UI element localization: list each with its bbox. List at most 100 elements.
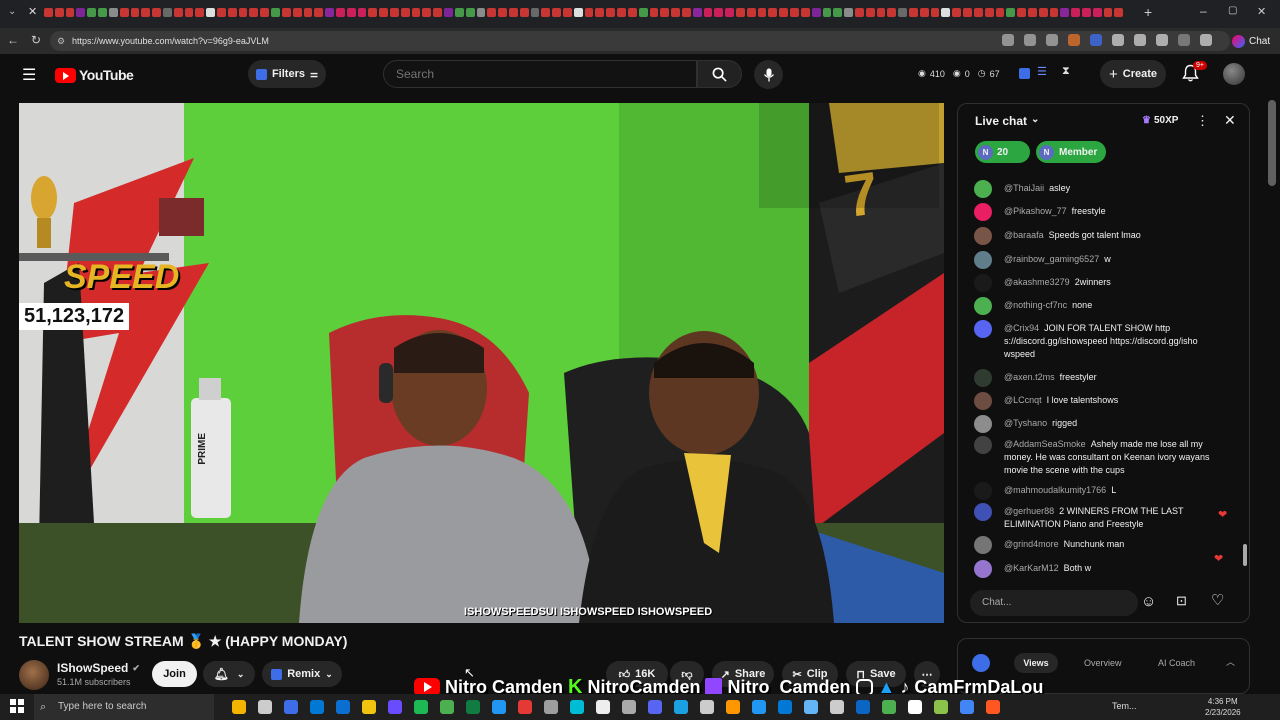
tab-ai-coach[interactable]: AI Coach bbox=[1158, 653, 1195, 673]
chat-user-avatar[interactable] bbox=[974, 482, 992, 500]
taskbar-app-icon[interactable] bbox=[960, 700, 974, 714]
tab-favicon[interactable] bbox=[844, 8, 853, 17]
tab-favicon[interactable] bbox=[87, 8, 97, 17]
taskbar-app-icon[interactable] bbox=[414, 700, 428, 714]
tab-favicon[interactable] bbox=[930, 8, 940, 17]
tab-favicon[interactable] bbox=[865, 8, 875, 17]
emoji-icon[interactable]: ☺ bbox=[1141, 593, 1156, 610]
tab-favicon[interactable] bbox=[173, 8, 183, 17]
taskbar-app-icon[interactable] bbox=[778, 700, 792, 714]
channel-name[interactable]: IShowSpeed ✔ bbox=[57, 661, 140, 675]
chat-user-avatar[interactable] bbox=[974, 227, 992, 245]
tab-favicon[interactable] bbox=[400, 8, 410, 17]
tab-favicon[interactable] bbox=[671, 8, 680, 17]
chat-author[interactable]: @rainbow_gaming6527 bbox=[1004, 254, 1099, 264]
tab-favicon[interactable] bbox=[584, 8, 594, 17]
reload-icon[interactable]: ↻ bbox=[31, 33, 41, 47]
tab-favicon[interactable] bbox=[919, 8, 929, 17]
youtube-logo[interactable]: YouTube bbox=[55, 67, 134, 83]
taskbar-app-icon[interactable] bbox=[518, 700, 532, 714]
tab-favicon[interactable] bbox=[779, 8, 789, 17]
tab-favicon[interactable] bbox=[519, 8, 529, 17]
tab-favicon[interactable] bbox=[854, 8, 864, 17]
tab-favicon[interactable] bbox=[790, 8, 799, 17]
taskbar-app-icon[interactable] bbox=[934, 700, 948, 714]
badge-count-pill[interactable]: N 20 bbox=[975, 141, 1030, 163]
taskbar-app-icon[interactable] bbox=[466, 700, 480, 714]
chat-author[interactable]: @KarKarM12 bbox=[1004, 563, 1059, 573]
chat-scrollbar[interactable] bbox=[1243, 544, 1247, 566]
taskbar-app-icon[interactable] bbox=[336, 700, 350, 714]
taskbar-app-icon[interactable] bbox=[310, 700, 324, 714]
join-button[interactable]: Join bbox=[152, 661, 197, 687]
tab-favicon[interactable] bbox=[1027, 8, 1037, 17]
taskbar-app-icon[interactable] bbox=[752, 700, 766, 714]
tab-favicon[interactable] bbox=[995, 8, 1005, 17]
chat-author[interactable]: @AddamSeaSmoke bbox=[1004, 439, 1086, 449]
member-pill[interactable]: N Member bbox=[1036, 141, 1106, 163]
live-chat-dropdown[interactable]: Live chat ⌄ bbox=[975, 114, 1039, 128]
tab-favicon[interactable] bbox=[433, 8, 443, 17]
taskbar-app-icon[interactable] bbox=[726, 700, 740, 714]
tab-favicon[interactable] bbox=[649, 8, 659, 17]
tab-favicon[interactable] bbox=[325, 8, 334, 17]
tab-favicon[interactable] bbox=[822, 8, 832, 17]
notifications-button[interactable]: 9+ bbox=[1182, 61, 1207, 86]
tab-favicon[interactable] bbox=[314, 8, 324, 17]
window-close-icon[interactable]: ✕ bbox=[1257, 5, 1266, 18]
browser-extension-icon[interactable] bbox=[1090, 34, 1102, 46]
chat-author[interactable]: @axen.t2ms bbox=[1004, 372, 1055, 382]
weather-widget[interactable]: Tem... bbox=[1112, 701, 1137, 711]
tab-favicon[interactable] bbox=[984, 8, 994, 17]
chat-user-avatar[interactable] bbox=[974, 503, 992, 521]
tab-favicon[interactable] bbox=[1038, 8, 1048, 17]
tab-favicon[interactable] bbox=[422, 8, 432, 17]
tab-favicon[interactable] bbox=[530, 8, 540, 17]
tab-favicon[interactable] bbox=[725, 8, 734, 17]
browser-extension-icon[interactable] bbox=[1134, 34, 1146, 46]
tab-favicon[interactable] bbox=[1071, 8, 1080, 17]
search-button[interactable] bbox=[697, 60, 742, 88]
tab-favicon[interactable] bbox=[1049, 8, 1059, 17]
tab-favicon[interactable] bbox=[1103, 8, 1113, 17]
taskbar-app-icon[interactable] bbox=[258, 700, 272, 714]
tab-favicon[interactable] bbox=[217, 8, 226, 17]
tab-favicon[interactable] bbox=[303, 8, 313, 17]
tab-favicon[interactable] bbox=[541, 8, 551, 17]
tab-favicon[interactable] bbox=[1092, 8, 1102, 17]
chat-author[interactable]: @grind4more bbox=[1004, 539, 1059, 549]
chat-user-avatar[interactable] bbox=[974, 251, 992, 269]
tab-favicon[interactable] bbox=[54, 8, 64, 17]
chat-user-avatar[interactable] bbox=[974, 536, 992, 554]
hamburger-menu-icon[interactable]: ☰ bbox=[22, 65, 36, 85]
tab-favicon[interactable] bbox=[617, 8, 626, 17]
chat-author[interactable]: @akashme3279 bbox=[1004, 277, 1070, 287]
tab-favicon[interactable] bbox=[346, 8, 356, 17]
tab-favicon[interactable] bbox=[508, 8, 518, 17]
browser-extension-icon[interactable] bbox=[1178, 34, 1190, 46]
remix-button[interactable]: Remix ⌄ bbox=[262, 661, 342, 687]
taskbar-app-icon[interactable] bbox=[492, 700, 506, 714]
browser-extension-icon[interactable] bbox=[1156, 34, 1168, 46]
tab-favicon[interactable] bbox=[595, 8, 605, 17]
chat-user-avatar[interactable] bbox=[974, 560, 992, 578]
voice-search-button[interactable] bbox=[754, 60, 783, 89]
tab-favicon[interactable] bbox=[162, 8, 172, 17]
chat-input[interactable]: Chat... bbox=[970, 590, 1138, 616]
chat-author[interactable]: @Pikashow_77 bbox=[1004, 206, 1067, 216]
tab-favicon[interactable] bbox=[746, 8, 756, 17]
page-scrollbar[interactable] bbox=[1268, 100, 1276, 186]
back-icon[interactable]: ← bbox=[7, 33, 19, 47]
tab-close-icon[interactable]: ✕ bbox=[28, 5, 37, 18]
close-chat-icon[interactable]: ✕ bbox=[1224, 112, 1236, 129]
tab-favicon[interactable] bbox=[638, 8, 648, 17]
taskbar-app-icon[interactable] bbox=[986, 700, 1000, 714]
tab-favicon[interactable] bbox=[714, 8, 724, 17]
hourglass-icon[interactable]: ⧗ bbox=[1062, 65, 1070, 78]
tab-favicon[interactable] bbox=[476, 8, 486, 17]
avatar[interactable] bbox=[1223, 63, 1245, 85]
windows-start-icon[interactable] bbox=[10, 699, 24, 713]
tab-favicon[interactable] bbox=[1017, 8, 1026, 17]
browser-extension-icon[interactable] bbox=[1068, 34, 1080, 46]
taskbar-app-icon[interactable] bbox=[362, 700, 376, 714]
